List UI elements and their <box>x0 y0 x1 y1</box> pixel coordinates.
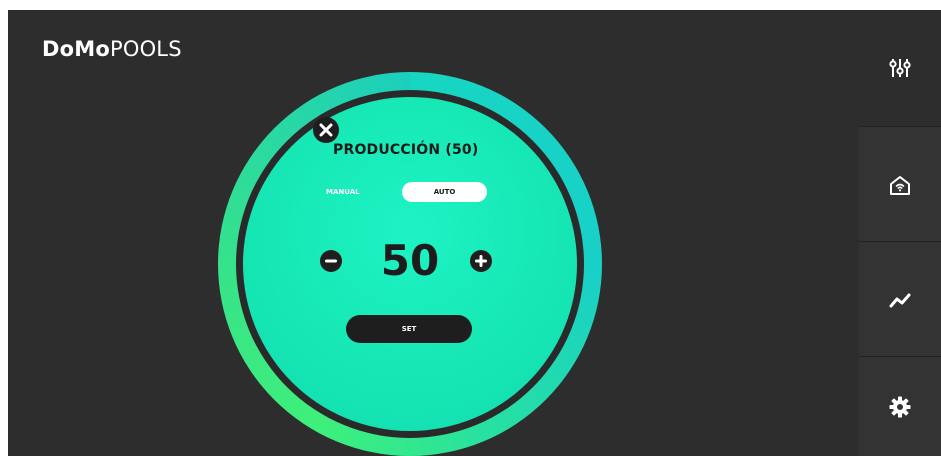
gear-icon <box>889 396 911 418</box>
mode-auto-option[interactable]: AUTO <box>402 182 487 202</box>
nav-item-settings-sliders[interactable] <box>859 10 941 126</box>
side-nav <box>859 10 941 456</box>
home-wifi-icon <box>890 175 910 195</box>
set-button[interactable]: SET <box>346 315 472 343</box>
close-icon <box>319 123 333 137</box>
nav-item-settings[interactable] <box>859 356 941 456</box>
brand-light: POOLS <box>109 37 182 61</box>
increase-button[interactable] <box>470 250 492 272</box>
nav-item-home[interactable] <box>859 126 941 242</box>
mode-manual-option[interactable]: MANUAL <box>326 184 396 200</box>
close-button[interactable] <box>313 117 339 143</box>
dialog-title: PRODUCCIÓN (50) <box>333 142 479 158</box>
production-value: 50 <box>380 236 440 285</box>
decrease-button[interactable] <box>320 250 342 272</box>
minus-icon <box>325 259 337 263</box>
plus-icon <box>475 255 487 267</box>
sliders-icon <box>889 59 911 77</box>
trend-chart-icon <box>889 293 911 307</box>
app-screen: DoMoPOOLS PRODUCCIÓN (50) MANUAL AUTO 50… <box>8 10 941 456</box>
brand-bold: DoMo <box>42 37 110 61</box>
brand-logo: DoMoPOOLS <box>42 37 182 61</box>
nav-item-stats[interactable] <box>859 241 941 357</box>
mode-switch: MANUAL AUTO <box>316 182 488 202</box>
